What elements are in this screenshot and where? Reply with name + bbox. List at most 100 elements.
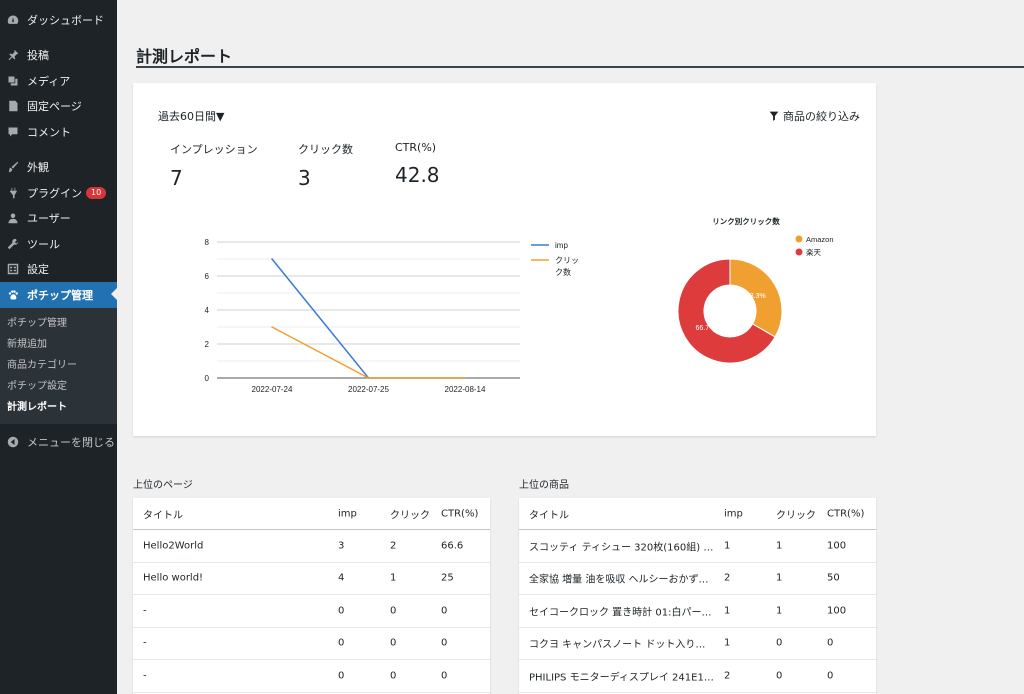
table-row[interactable]: コクヨ キャンパスノート ドット入り罫線...100: [519, 628, 876, 661]
submenu-item-pochipp-settings[interactable]: ポチップ設定: [0, 376, 117, 397]
table-cell: 0: [338, 670, 344, 681]
brush-icon: [6, 160, 20, 174]
table-cell: 0: [441, 605, 447, 616]
page-title: 計測レポート: [136, 43, 232, 67]
sidebar-item-label: コメント: [27, 124, 71, 140]
table-row[interactable]: 全家協 増量 油を吸収 ヘルシーおかずカッ...2150: [519, 563, 876, 596]
product-filter-button[interactable]: 商品の絞り込み: [769, 108, 860, 124]
table-cell: スコッティ ティシュー 320枚(160組) 5箱...: [529, 538, 714, 553]
collapse-label: メニューを閉じる: [27, 434, 115, 450]
sidebar-item-dashboard[interactable]: ダッシュボード: [0, 7, 117, 33]
table-cell: 1: [776, 540, 782, 551]
line-chart: 024682022-07-242022-07-252022-08-14impクリ…: [193, 218, 593, 398]
sidebar-item-label: ポチップ管理: [27, 287, 93, 303]
legend-label: クリック数: [555, 256, 579, 277]
table-cell: 0: [441, 670, 447, 681]
sidebar-item-posts[interactable]: 投稿: [0, 43, 117, 69]
chart-title: リンク別クリック数: [712, 216, 780, 226]
table-cell: Hello2World: [143, 540, 328, 551]
stat-label: インプレッション: [170, 141, 258, 157]
table-row[interactable]: -000: [133, 660, 490, 693]
pochipp-submenu: ポチップ管理 新規追加 商品カテゴリー ポチップ設定 計測レポート: [0, 308, 117, 424]
table-cell: -: [143, 605, 328, 616]
top-pages-heading: 上位のページ: [133, 476, 193, 491]
filter-label: 商品の絞り込み: [783, 108, 860, 124]
column-header: タイトル: [143, 506, 328, 521]
x-tick-label: 2022-07-24: [252, 385, 293, 394]
dashboard-icon: [6, 13, 20, 27]
sidebar-item-label: 投稿: [27, 47, 49, 63]
table-row[interactable]: -000: [133, 595, 490, 628]
sidebar-item-appearance[interactable]: 外観: [0, 155, 117, 181]
legend-swatch: [796, 236, 803, 243]
slice-value-label: 66.7: [695, 325, 709, 332]
period-dropdown[interactable]: 過去60日間▼: [158, 108, 224, 124]
table-cell: 1: [776, 605, 782, 616]
submenu-item-add-new[interactable]: 新規追加: [0, 334, 117, 355]
table-cell: -: [143, 670, 328, 681]
table-row[interactable]: PHILIPS モニターディスプレイ 241E1D/11...200: [519, 660, 876, 693]
sidebar-item-label: 外観: [27, 159, 49, 175]
table-row[interactable]: Hello world!4125: [133, 563, 490, 596]
table-cell: 1: [390, 573, 396, 584]
table-cell: 0: [827, 638, 833, 649]
table-cell: 0: [390, 670, 396, 681]
table-row[interactable]: -000: [133, 628, 490, 661]
table-cell: コクヨ キャンパスノート ドット入り罫線...: [529, 636, 714, 651]
sidebar-item-pochipp[interactable]: ポチップ管理: [0, 282, 117, 308]
stat-ctr: CTR(%) 42.8: [395, 141, 440, 187]
table-cell: 0: [441, 638, 447, 649]
sidebar-item-label: ツール: [27, 236, 60, 252]
table-cell: 0: [776, 638, 782, 649]
sidebar-item-settings[interactable]: 設定: [0, 257, 117, 283]
x-tick-label: 2022-08-14: [445, 385, 486, 394]
column-header: CTR(%): [827, 508, 864, 519]
y-tick-label: 2: [205, 340, 210, 349]
stat-clicks: クリック数 3: [298, 141, 353, 190]
table-cell: -: [143, 638, 328, 649]
table-row[interactable]: セイコークロック 置き時計 01:白パール ...11100: [519, 595, 876, 628]
sidebar-item-plugins[interactable]: プラグイン 10: [0, 180, 117, 206]
sidebar-item-label: 固定ページ: [27, 98, 82, 114]
table-cell: 4: [338, 573, 344, 584]
sidebar-item-media[interactable]: メディア: [0, 68, 117, 94]
stat-value: 7: [170, 166, 258, 190]
wrench-icon: [6, 237, 20, 251]
sidebar-item-pages[interactable]: 固定ページ: [0, 94, 117, 120]
sidebar-item-label: プラグイン: [27, 185, 82, 201]
table-row[interactable]: Hello2World3266.6: [133, 530, 490, 563]
slice-value-label: 3.3%: [750, 293, 766, 300]
submenu-item-report[interactable]: 計測レポート: [0, 397, 117, 418]
collapse-menu-button[interactable]: メニューを閉じる: [0, 430, 117, 456]
title-divider: [136, 66, 1024, 68]
sidebar-item-label: 設定: [27, 261, 49, 277]
filter-icon: [769, 111, 779, 121]
admin-sidebar: ダッシュボード 投稿 メディア 固定ページ コメント 外観 プラグイン 10 ユ…: [0, 0, 117, 694]
table-cell: 3: [338, 540, 344, 551]
series-line-imp: [272, 259, 465, 378]
media-icon: [6, 74, 20, 88]
sidebar-item-users[interactable]: ユーザー: [0, 206, 117, 232]
table-cell: 100: [827, 540, 846, 551]
table-row[interactable]: スコッティ ティシュー 320枚(160組) 5箱...11100: [519, 530, 876, 563]
stat-value: 42.8: [395, 163, 440, 187]
table-cell: 1: [776, 573, 782, 584]
table-cell: 0: [827, 670, 833, 681]
pin-icon: [6, 48, 20, 62]
submenu-item-pochipp-manage[interactable]: ポチップ管理: [0, 313, 117, 334]
legend-label: Amazon: [806, 235, 834, 244]
top-products-table: タイトルimpクリックCTR(%)スコッティ ティシュー 320枚(160組) …: [519, 498, 876, 694]
top-products-heading: 上位の商品: [519, 476, 569, 491]
y-tick-label: 6: [205, 272, 210, 281]
sidebar-item-label: メディア: [27, 73, 70, 89]
table-cell: 0: [338, 605, 344, 616]
table-cell: 25: [441, 573, 454, 584]
column-header: imp: [724, 508, 743, 519]
submenu-item-product-category[interactable]: 商品カテゴリー: [0, 355, 117, 376]
table-cell: 50: [827, 573, 840, 584]
sidebar-item-tools[interactable]: ツール: [0, 231, 117, 257]
report-card: 過去60日間▼ 商品の絞り込み インプレッション 7 クリック数 3 CTR(%…: [133, 83, 876, 436]
data-point: [271, 326, 273, 328]
sidebar-item-comments[interactable]: コメント: [0, 119, 117, 145]
table-cell: 2: [724, 573, 730, 584]
